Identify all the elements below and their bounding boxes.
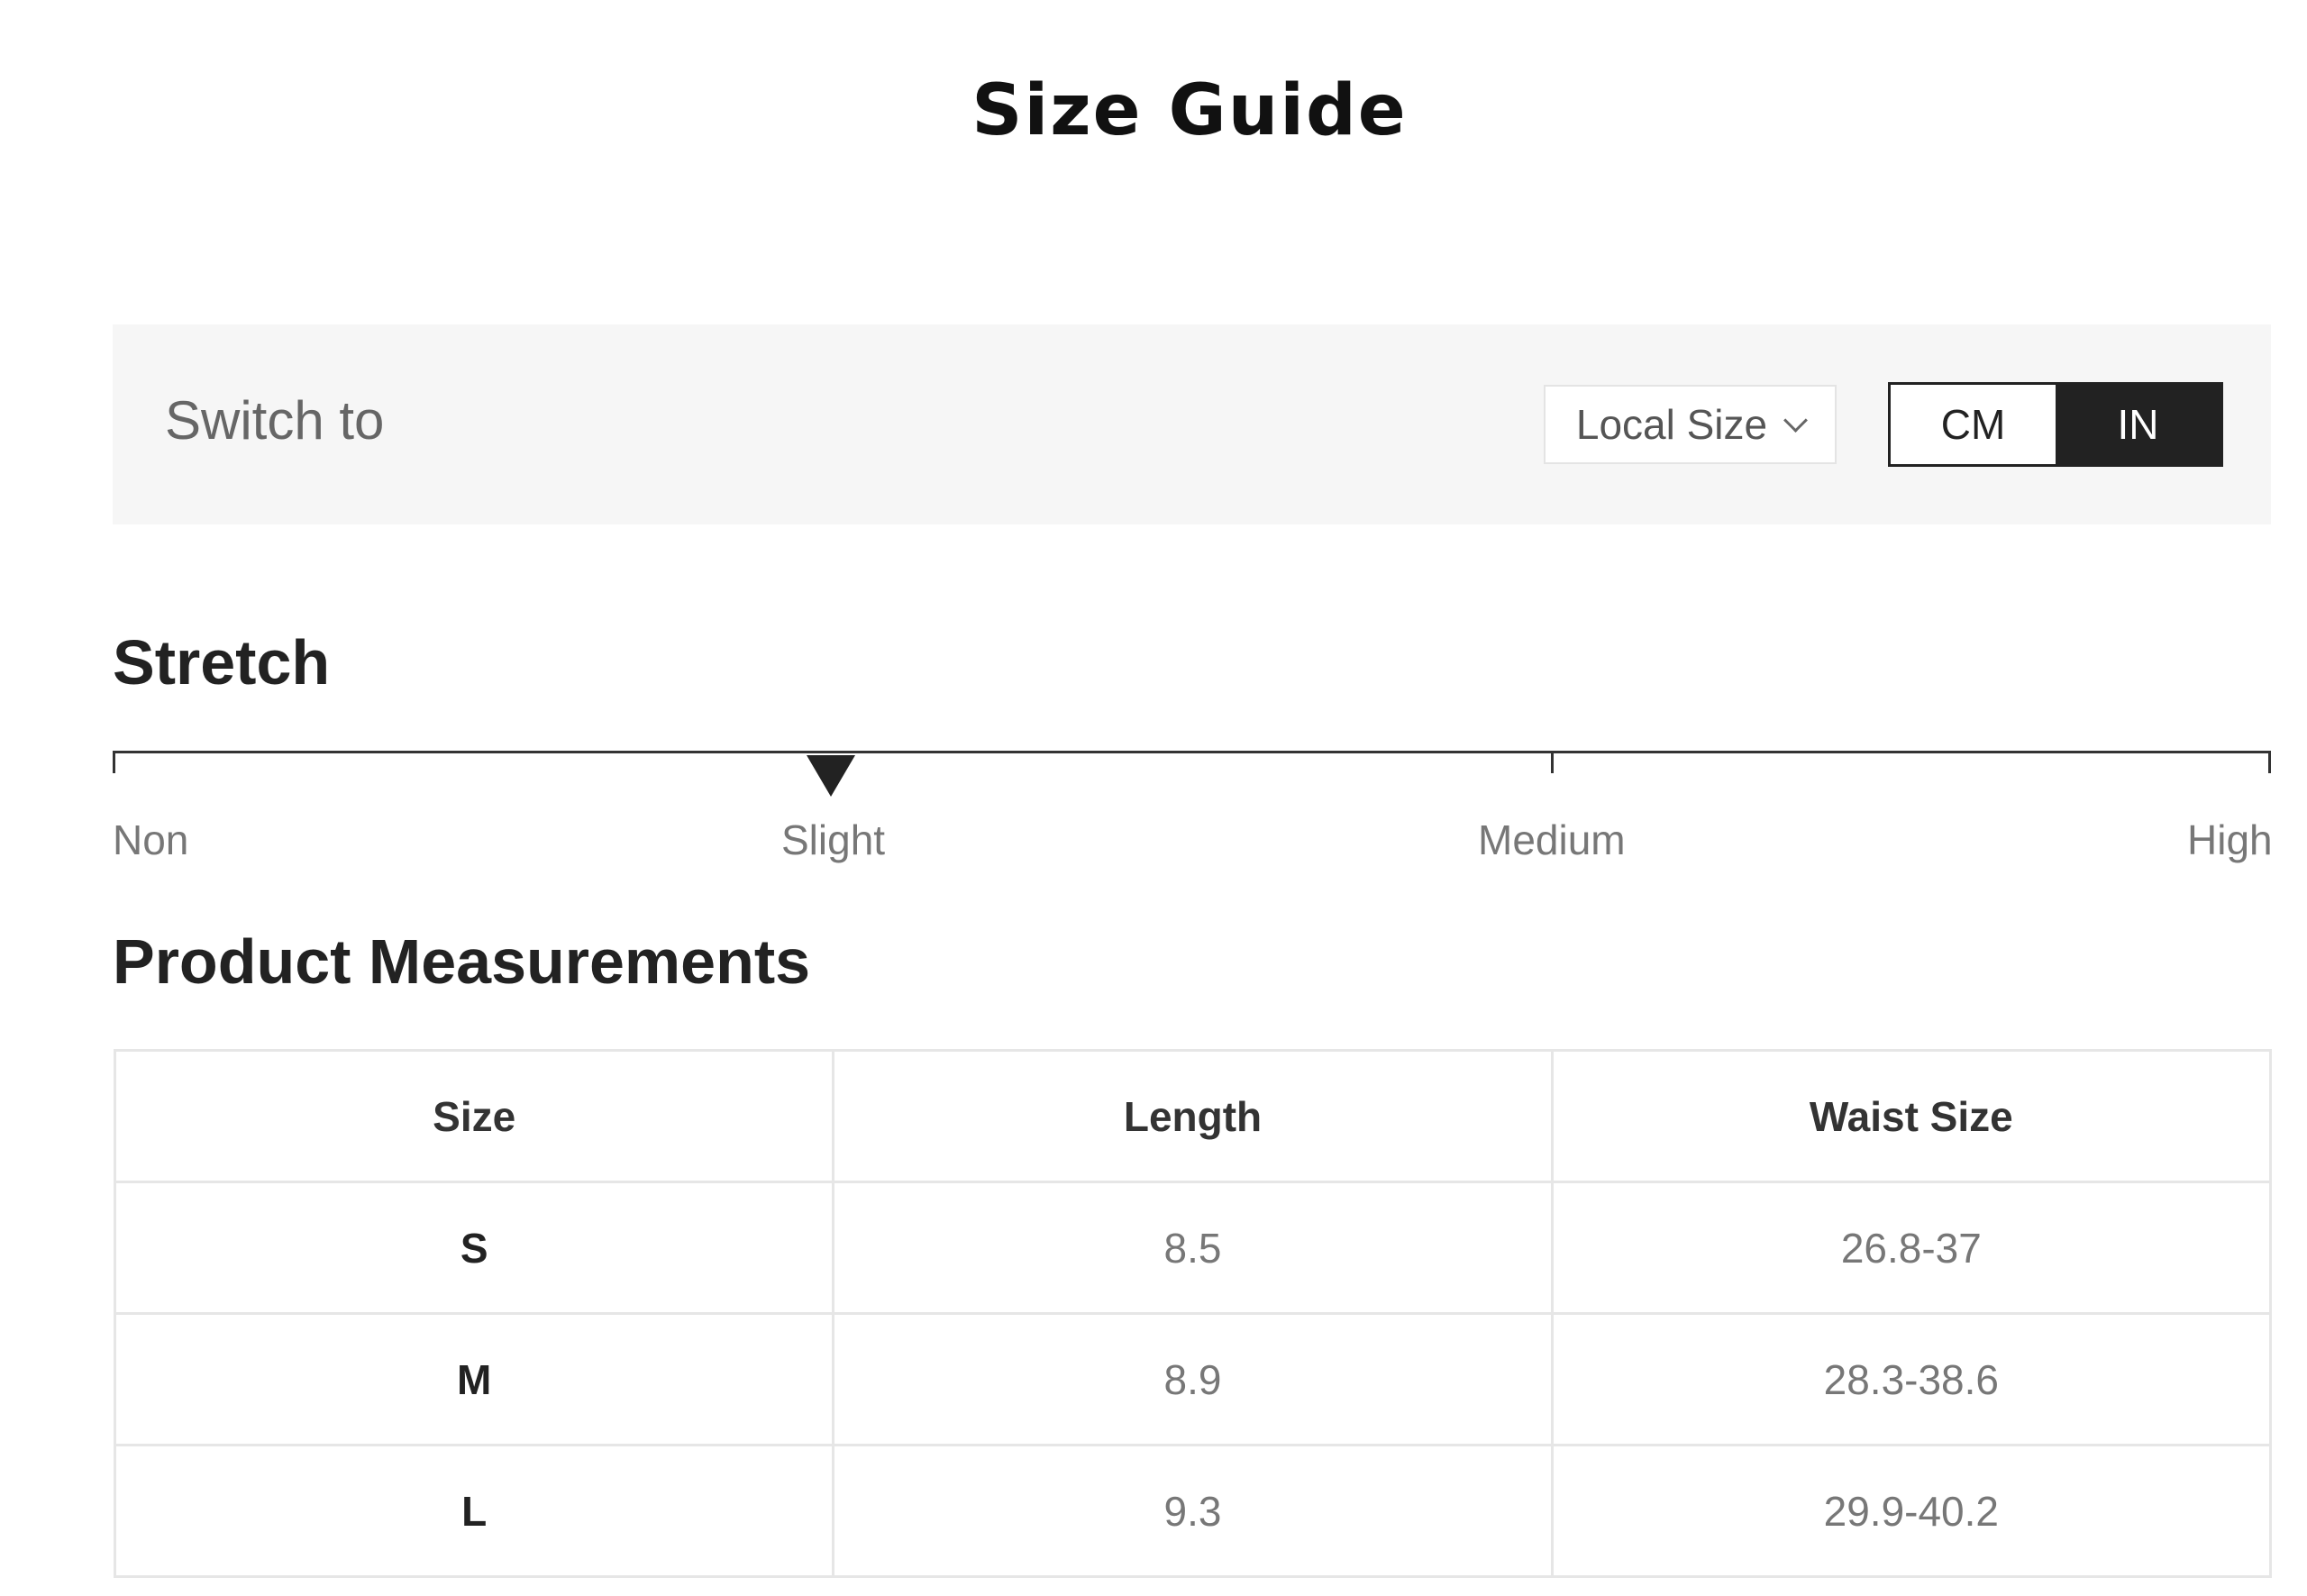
stretch-label-slight: Slight — [781, 816, 886, 863]
triangle-down-icon — [807, 755, 855, 797]
unit-toggle: CM IN — [1888, 382, 2223, 467]
table-header-row: Size Length Waist Size — [113, 1049, 2273, 1183]
local-size-label: Local Size — [1575, 401, 1768, 448]
table-row: M 8.9 28.3-38.6 — [113, 1312, 2273, 1446]
unit-in-button[interactable]: IN — [2056, 385, 2220, 464]
page-title: Size Guide — [971, 70, 1408, 151]
stretch-title: Stretch — [113, 627, 331, 698]
stretch-tick-non — [113, 751, 115, 773]
stretch-label-non: Non — [113, 816, 189, 863]
table-row: S 8.5 26.8-37 — [113, 1181, 2273, 1315]
length-cell: 8.5 — [832, 1181, 1554, 1315]
stretch-tick-medium — [1551, 751, 1554, 773]
stretch-label-high: High — [2187, 816, 2273, 863]
column-header-waist-size: Waist Size — [1550, 1049, 2273, 1183]
local-size-dropdown[interactable]: Local Size — [1544, 385, 1837, 464]
unit-switch-bar: Switch to Local Size CM IN — [113, 324, 2271, 524]
size-cell: L — [113, 1444, 835, 1578]
column-header-size: Size — [113, 1049, 835, 1183]
length-cell: 8.9 — [832, 1312, 1554, 1446]
measurements-table: Size Length Waist Size S 8.5 26.8-37 M 8… — [113, 1049, 2273, 1578]
length-cell: 9.3 — [832, 1444, 1554, 1578]
waist-size-cell: 29.9-40.2 — [1550, 1444, 2273, 1578]
stretch-scale-track — [113, 751, 2271, 753]
size-guide-page: Size Guide Switch to Local Size CM IN St… — [0, 0, 2307, 1596]
switch-label: Switch to — [165, 390, 385, 451]
size-cell: M — [113, 1312, 835, 1446]
column-header-length: Length — [832, 1049, 1554, 1183]
table-row: L 9.3 29.9-40.2 — [113, 1444, 2273, 1578]
unit-cm-button[interactable]: CM — [1891, 385, 2056, 464]
stretch-tick-high — [2268, 751, 2271, 773]
chevron-down-icon — [1783, 407, 1809, 433]
waist-size-cell: 28.3-38.6 — [1550, 1312, 2273, 1446]
product-measurements-title: Product Measurements — [113, 926, 811, 997]
stretch-label-medium: Medium — [1478, 816, 1626, 863]
waist-size-cell: 26.8-37 — [1550, 1181, 2273, 1315]
size-cell: S — [113, 1181, 835, 1315]
